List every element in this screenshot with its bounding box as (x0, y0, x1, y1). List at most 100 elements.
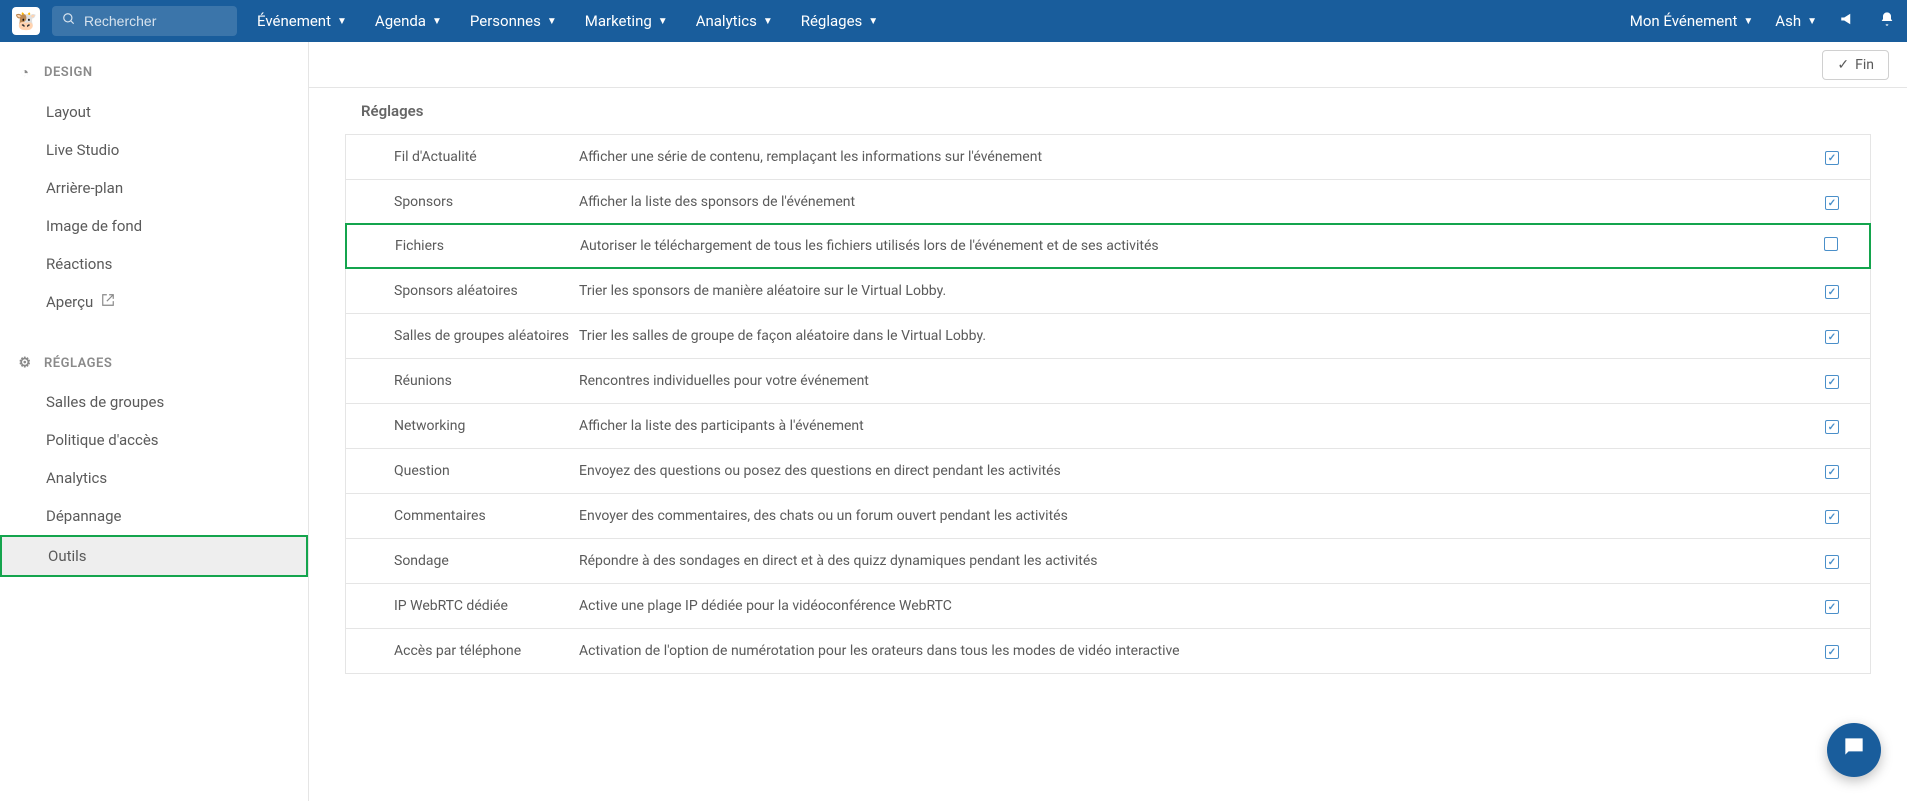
setting-desc: Trier les salles de groupe de façon aléa… (579, 328, 1812, 344)
setting-desc: Envoyer des commentaires, des chats ou u… (579, 508, 1812, 524)
setting-row: CommentairesEnvoyer des commentaires, de… (346, 493, 1870, 538)
setting-desc: Autoriser le téléchargement de tous les … (580, 238, 1811, 254)
sidebar-item-layout[interactable]: Layout (0, 93, 308, 131)
setting-checkbox-cell (1812, 643, 1852, 660)
setting-checkbox-cell (1812, 194, 1852, 211)
nav-reglages[interactable]: Réglages▼ (801, 12, 878, 30)
user-menu[interactable]: Ash▼ (1775, 12, 1817, 30)
setting-row: IP WebRTC dédiéeActive une plage IP dédi… (346, 583, 1870, 628)
checkbox[interactable] (1825, 330, 1839, 344)
setting-name: Salles de groupes aléatoires (394, 328, 579, 344)
setting-checkbox-cell (1811, 237, 1851, 255)
fin-button[interactable]: ✓ Fin (1822, 50, 1889, 80)
setting-name: Commentaires (394, 508, 579, 524)
setting-row: RéunionsRencontres individuelles pour vo… (346, 358, 1870, 403)
chevron-down-icon: ▼ (432, 16, 442, 27)
search-box[interactable] (52, 6, 237, 36)
megaphone-icon[interactable] (1839, 10, 1857, 32)
chat-icon (1841, 734, 1867, 766)
check-icon: ✓ (1837, 57, 1849, 73)
chevron-down-icon: ▼ (658, 16, 668, 27)
setting-checkbox-cell (1812, 328, 1852, 345)
app-logo[interactable]: 🐮 (12, 7, 40, 35)
sidebar-design-header: ◔ DESIGN (0, 64, 308, 93)
setting-desc: Envoyez des questions ou posez des quest… (579, 463, 1812, 479)
topbar: 🐮 Événement▼ Agenda▼ Personnes▼ Marketin… (0, 0, 1907, 42)
setting-row: SponsorsAfficher la liste des sponsors d… (346, 179, 1870, 224)
nav-evenement[interactable]: Événement▼ (257, 12, 347, 30)
setting-name: Sponsors aléatoires (394, 283, 579, 299)
event-switcher[interactable]: Mon Événement▼ (1630, 12, 1754, 30)
checkbox[interactable] (1825, 645, 1839, 659)
sidebar-item-arriereplan[interactable]: Arrière-plan (0, 169, 308, 207)
setting-row: Accès par téléphoneActivation de l'optio… (346, 628, 1870, 673)
setting-row: Fil d'ActualitéAfficher une série de con… (346, 134, 1870, 179)
search-input[interactable] (84, 13, 227, 29)
setting-checkbox-cell (1812, 463, 1852, 480)
setting-name: IP WebRTC dédiée (394, 598, 579, 614)
checkbox[interactable] (1825, 375, 1839, 389)
fin-label: Fin (1855, 57, 1874, 73)
checkbox[interactable] (1824, 237, 1838, 251)
bell-icon[interactable] (1879, 11, 1895, 31)
checkbox[interactable] (1825, 510, 1839, 524)
checkbox[interactable] (1825, 465, 1839, 479)
sidebar-settings-header: ⚙ RÉGLAGES (0, 355, 308, 383)
setting-desc: Afficher la liste des sponsors de l'évén… (579, 194, 1812, 210)
action-bar: ✓ Fin (309, 42, 1907, 88)
nav-agenda[interactable]: Agenda▼ (375, 12, 442, 30)
sidebar-item-apercu[interactable]: Aperçu (0, 283, 308, 321)
setting-name: Networking (394, 418, 579, 434)
setting-desc: Rencontres individuelles pour votre évén… (579, 373, 1812, 389)
nav-analytics[interactable]: Analytics▼ (696, 12, 773, 30)
setting-name: Question (394, 463, 579, 479)
nav-marketing[interactable]: Marketing▼ (585, 12, 668, 30)
setting-desc: Afficher une série de contenu, remplaçan… (579, 149, 1812, 165)
chat-bubble[interactable] (1827, 723, 1881, 777)
palette-icon: ◔ (16, 64, 34, 81)
setting-checkbox-cell (1812, 149, 1852, 166)
setting-checkbox-cell (1812, 373, 1852, 390)
chevron-down-icon: ▼ (337, 16, 347, 27)
setting-name: Fil d'Actualité (394, 149, 579, 165)
setting-name: Accès par téléphone (394, 643, 579, 659)
setting-checkbox-cell (1812, 553, 1852, 570)
checkbox[interactable] (1825, 420, 1839, 434)
nav-personnes[interactable]: Personnes▼ (470, 12, 557, 30)
sidebar-item-salles[interactable]: Salles de groupes (0, 383, 308, 421)
content-scroll[interactable]: Réglages Fil d'ActualitéAfficher une sér… (309, 88, 1907, 801)
setting-row: FichiersAutoriser le téléchargement de t… (345, 223, 1871, 269)
setting-name: Sondage (394, 553, 579, 569)
setting-name: Réunions (394, 373, 579, 389)
sidebar-item-analytics[interactable]: Analytics (0, 459, 308, 497)
checkbox[interactable] (1825, 151, 1839, 165)
sidebar-item-reactions[interactable]: Réactions (0, 245, 308, 283)
checkbox[interactable] (1825, 196, 1839, 210)
sidebar-item-outils[interactable]: Outils (0, 535, 308, 577)
checkbox[interactable] (1825, 555, 1839, 569)
checkbox[interactable] (1825, 600, 1839, 614)
sidebar-settings-label: RÉGLAGES (44, 356, 112, 371)
setting-row: NetworkingAfficher la liste des particip… (346, 403, 1870, 448)
panel-title: Réglages (345, 88, 1871, 134)
gear-icon: ⚙ (16, 355, 34, 371)
chevron-down-icon: ▼ (868, 16, 878, 27)
setting-row: SondageRépondre à des sondages en direct… (346, 538, 1870, 583)
sidebar-item-livestudio[interactable]: Live Studio (0, 131, 308, 169)
setting-name: Sponsors (394, 194, 579, 210)
chevron-down-icon: ▼ (763, 16, 773, 27)
setting-row: Salles de groupes aléatoiresTrier les sa… (346, 313, 1870, 358)
main: ✓ Fin Réglages Fil d'ActualitéAfficher u… (309, 42, 1907, 801)
search-icon (62, 12, 76, 30)
sidebar-item-politique[interactable]: Politique d'accès (0, 421, 308, 459)
settings-table: Fil d'ActualitéAfficher une série de con… (345, 134, 1871, 674)
sidebar-item-imagedefond[interactable]: Image de fond (0, 207, 308, 245)
sidebar-item-depannage[interactable]: Dépannage (0, 497, 308, 535)
setting-row: QuestionEnvoyez des questions ou posez d… (346, 448, 1870, 493)
topbar-right: Mon Événement▼ Ash▼ (1630, 10, 1895, 32)
chevron-down-icon: ▼ (1743, 16, 1753, 27)
chevron-down-icon: ▼ (1807, 16, 1817, 27)
setting-desc: Répondre à des sondages en direct et à d… (579, 553, 1812, 569)
checkbox[interactable] (1825, 285, 1839, 299)
setting-desc: Active une plage IP dédiée pour la vidéo… (579, 598, 1812, 614)
